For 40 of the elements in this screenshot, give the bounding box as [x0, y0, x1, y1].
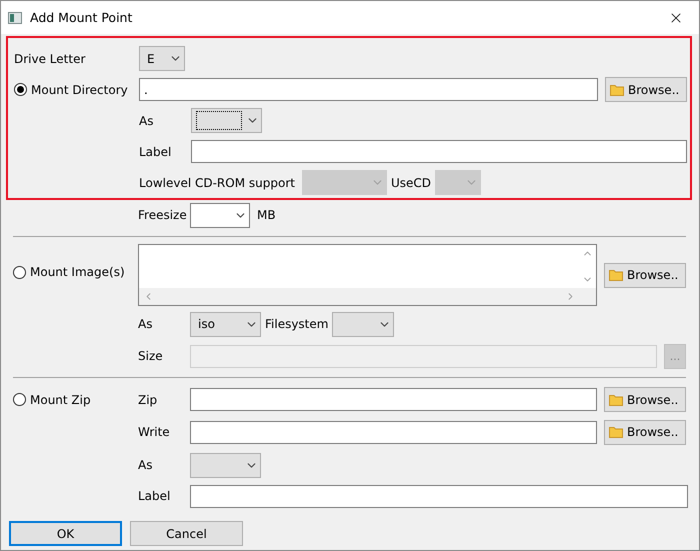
- folder-icon: [610, 84, 624, 96]
- browse-button[interactable]: Browse..: [604, 262, 686, 288]
- label-field[interactable]: [190, 484, 688, 508]
- window-icon: [8, 12, 22, 24]
- field-label: As: [139, 114, 154, 128]
- filesystem-dropdown[interactable]: [332, 312, 394, 336]
- folder-icon: [609, 426, 623, 438]
- write-field[interactable]: [190, 420, 597, 444]
- field-label: Zip: [138, 392, 158, 406]
- freesize-dropdown[interactable]: [190, 202, 250, 228]
- ok-button[interactable]: OK: [9, 521, 122, 546]
- field-label: Lowlevel CD-ROM support: [139, 176, 296, 190]
- field-label: Freesize: [138, 208, 188, 222]
- field-label: As: [138, 458, 154, 472]
- field-label: As: [138, 317, 154, 331]
- field-label: Label: [139, 144, 172, 158]
- field-label: Size: [138, 349, 164, 363]
- field-label: UseCD: [391, 176, 432, 190]
- field-label: Filesystem: [265, 317, 328, 331]
- field-label: Drive Letter: [14, 52, 86, 66]
- browse-button[interactable]: Browse..: [605, 77, 687, 102]
- folder-icon: [609, 269, 623, 281]
- unit-label: MB: [257, 208, 276, 222]
- window-title: Add Mount Point: [30, 10, 134, 25]
- image-list[interactable]: [138, 244, 597, 306]
- mount-directory-radio[interactable]: Mount Directory: [14, 82, 128, 96]
- path-field[interactable]: .: [139, 78, 598, 101]
- field-label: Write: [138, 425, 171, 439]
- folder-icon: [609, 394, 623, 406]
- browse-button[interactable]: Browse..: [604, 387, 686, 412]
- type-dropdown[interactable]: [191, 108, 262, 133]
- type-dropdown[interactable]: iso: [190, 312, 261, 336]
- mount-zip-radio[interactable]: Mount Zip: [13, 392, 91, 406]
- browse-button[interactable]: Browse..: [604, 420, 686, 444]
- mount-image-radio[interactable]: Mount Image(s): [13, 265, 125, 279]
- drive-letter-dropdown[interactable]: E: [139, 46, 185, 71]
- cancel-button[interactable]: Cancel: [130, 521, 243, 546]
- zip-field[interactable]: [190, 388, 597, 411]
- field-label: Label: [138, 489, 172, 503]
- label-field[interactable]: [191, 140, 687, 163]
